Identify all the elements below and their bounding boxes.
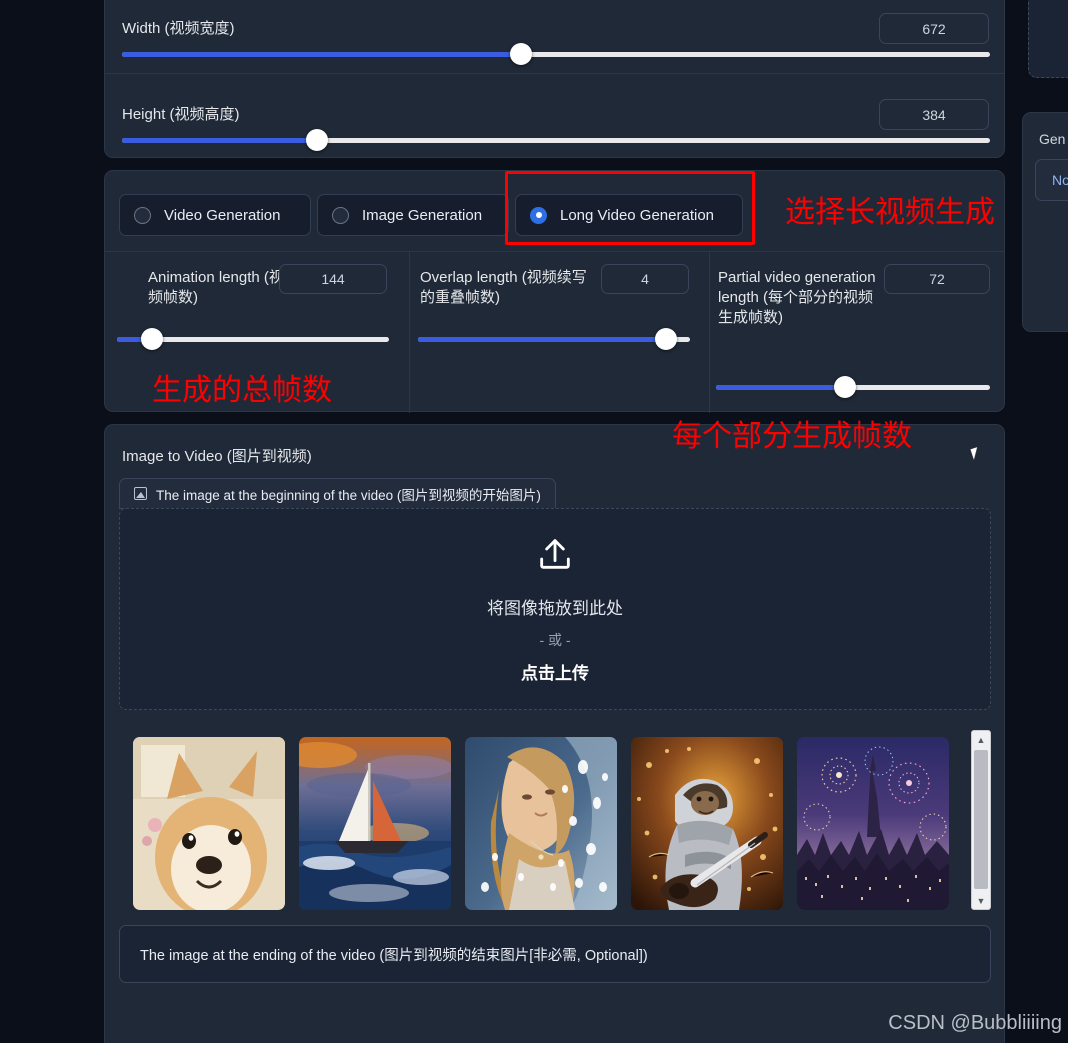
gallery-scrollbar-thumb[interactable] bbox=[974, 750, 988, 889]
radio-unchecked-icon bbox=[332, 206, 349, 224]
right-panel-output-preview bbox=[1028, 0, 1068, 78]
radio-video-generation-label: Video Generation bbox=[164, 206, 281, 224]
tab-beginning-image-label: The image at the beginning of the video … bbox=[156, 487, 541, 503]
column-divider-2 bbox=[709, 251, 710, 413]
gallery-item-shiba-dog[interactable] bbox=[133, 737, 285, 910]
dropzone-separator-text: - 或 - bbox=[539, 632, 571, 648]
animation-length-thumb[interactable] bbox=[141, 328, 164, 350]
partial-video-length-input[interactable]: 72 bbox=[884, 264, 990, 294]
radio-image-generation-label: Image Generation bbox=[362, 206, 483, 224]
radio-image-generation[interactable]: Image Generation bbox=[317, 194, 509, 236]
gallery-item-woman-portrait[interactable] bbox=[465, 737, 617, 910]
height-slider-thumb[interactable] bbox=[306, 129, 329, 151]
partial-video-length-label: Partial video generation length (每个部分的视频… bbox=[718, 269, 876, 326]
height-slider-fill bbox=[122, 138, 318, 143]
overlap-length-thumb[interactable] bbox=[654, 328, 677, 350]
scroll-up-arrow-icon[interactable]: ▲ bbox=[972, 731, 990, 748]
size-settings-panel: Width (视频宽度) 672 Height (视频高度) 384 bbox=[104, 0, 1005, 158]
gallery-item-astronaut-guitarist[interactable] bbox=[631, 737, 783, 910]
animation-length-slider[interactable] bbox=[117, 328, 389, 350]
width-value-input[interactable]: 672 bbox=[879, 13, 989, 44]
annotation-total-frames: 生成的总帧数 bbox=[152, 373, 332, 408]
shiba-dog-thumbnail bbox=[133, 737, 285, 910]
image-dropzone[interactable]: 将图像拖放到此处 - 或 - 点击上传 bbox=[119, 508, 991, 710]
annotation-select-long-video: 选择长视频生成 bbox=[785, 195, 995, 230]
overlap-length-label: Overlap length (视频续写的重叠帧数) bbox=[420, 269, 587, 306]
image-to-video-title: Image to Video (图片到视频) bbox=[122, 448, 312, 465]
gallery-item-fireworks-city[interactable] bbox=[797, 737, 949, 910]
woman-portrait-thumbnail bbox=[465, 737, 617, 910]
overlap-length-slider[interactable] bbox=[418, 328, 690, 350]
width-slider-fill bbox=[122, 52, 522, 57]
annotation-frames-per-part: 每个部分生成帧数 bbox=[672, 419, 912, 454]
image-icon bbox=[134, 487, 147, 500]
column-divider-1 bbox=[409, 251, 410, 413]
radio-unchecked-icon bbox=[134, 206, 151, 224]
right-panel-button[interactable]: No bbox=[1035, 159, 1068, 201]
size-panel-divider bbox=[105, 73, 1004, 74]
tab-beginning-image[interactable]: The image at the beginning of the video … bbox=[119, 478, 556, 509]
image-to-video-panel: Image to Video (图片到视频) The image at the … bbox=[104, 424, 1005, 1043]
overlap-length-input[interactable]: 4 bbox=[601, 264, 689, 294]
dropzone-drag-text: 将图像拖放到此处 bbox=[487, 599, 623, 618]
dropzone-click-upload-text[interactable]: 点击上传 bbox=[521, 659, 589, 684]
scroll-down-arrow-icon[interactable]: ▼ bbox=[972, 892, 990, 909]
app-root: Width (视频宽度) 672 Height (视频高度) 384 Video… bbox=[0, 0, 1068, 1043]
partial-video-length-thumb[interactable] bbox=[833, 376, 856, 398]
sailboat-sunset-thumbnail bbox=[299, 737, 451, 910]
right-panel-generate-section: Gen No bbox=[1022, 112, 1068, 332]
width-slider[interactable] bbox=[122, 43, 990, 65]
radio-checked-icon bbox=[530, 206, 547, 224]
astronaut-guitarist-thumbnail bbox=[631, 737, 783, 910]
ending-image-label: The image at the ending of the video (图片… bbox=[140, 947, 648, 964]
width-label: Width (视频宽度) bbox=[122, 20, 235, 37]
radio-long-video-generation[interactable]: Long Video Generation bbox=[515, 194, 743, 236]
overlap-length-fill bbox=[418, 337, 666, 342]
example-image-gallery: ▲ ▼ bbox=[119, 730, 991, 917]
fireworks-city-thumbnail bbox=[797, 737, 949, 910]
width-slider-thumb[interactable] bbox=[510, 43, 533, 65]
right-panel-button-label: No bbox=[1052, 172, 1068, 188]
mode-panel-divider bbox=[105, 251, 1004, 252]
gallery-item-sailboat[interactable] bbox=[299, 737, 451, 910]
radio-long-video-generation-label: Long Video Generation bbox=[560, 206, 715, 224]
upload-icon bbox=[540, 539, 570, 569]
partial-video-length-fill bbox=[716, 385, 845, 390]
right-panel-generate-label: Gen bbox=[1039, 131, 1066, 147]
animation-length-label: Animation length (视频帧数) bbox=[148, 269, 284, 306]
ending-image-accordion[interactable]: The image at the ending of the video (图片… bbox=[119, 925, 991, 983]
height-slider[interactable] bbox=[122, 129, 990, 151]
gallery-scrollbar[interactable]: ▲ ▼ bbox=[971, 730, 991, 910]
watermark-text: CSDN @Bubbliiiing bbox=[888, 1012, 1062, 1034]
radio-video-generation[interactable]: Video Generation bbox=[119, 194, 311, 236]
height-value-input[interactable]: 384 bbox=[879, 99, 989, 130]
animation-length-input[interactable]: 144 bbox=[279, 264, 387, 294]
height-label: Height (视频高度) bbox=[122, 106, 240, 123]
partial-video-length-slider[interactable] bbox=[716, 376, 990, 398]
